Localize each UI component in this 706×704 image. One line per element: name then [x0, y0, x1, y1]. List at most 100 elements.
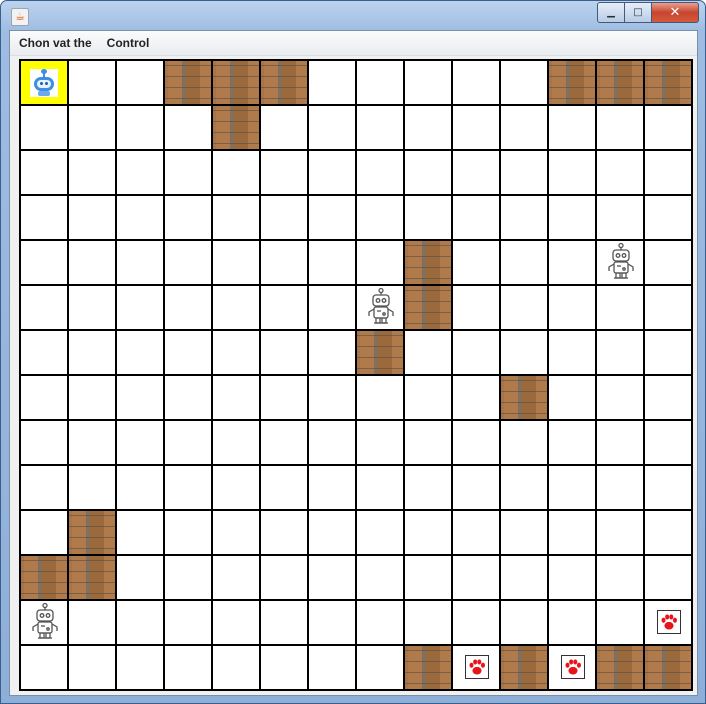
empty-cell[interactable]: [69, 466, 117, 511]
empty-cell[interactable]: [261, 511, 309, 556]
empty-cell[interactable]: [213, 196, 261, 241]
empty-cell[interactable]: [501, 106, 549, 151]
empty-cell[interactable]: [117, 511, 165, 556]
robot-cell[interactable]: [357, 286, 405, 331]
empty-cell[interactable]: [645, 151, 693, 196]
empty-cell[interactable]: [501, 196, 549, 241]
brick-wall-cell[interactable]: [213, 61, 261, 106]
menu-chon-vat-the[interactable]: Chon vat the: [10, 31, 98, 55]
empty-cell[interactable]: [117, 286, 165, 331]
empty-cell[interactable]: [69, 196, 117, 241]
empty-cell[interactable]: [69, 646, 117, 691]
empty-cell[interactable]: [549, 601, 597, 646]
empty-cell[interactable]: [69, 601, 117, 646]
empty-cell[interactable]: [117, 601, 165, 646]
empty-cell[interactable]: [21, 421, 69, 466]
empty-cell[interactable]: [309, 286, 357, 331]
empty-cell[interactable]: [69, 151, 117, 196]
empty-cell[interactable]: [213, 601, 261, 646]
empty-cell[interactable]: [117, 466, 165, 511]
empty-cell[interactable]: [165, 646, 213, 691]
empty-cell[interactable]: [645, 286, 693, 331]
paw-cell[interactable]: [453, 646, 501, 691]
empty-cell[interactable]: [645, 556, 693, 601]
empty-cell[interactable]: [357, 106, 405, 151]
empty-cell[interactable]: [165, 151, 213, 196]
empty-cell[interactable]: [261, 151, 309, 196]
brick-wall-cell[interactable]: [501, 376, 549, 421]
brick-wall-cell[interactable]: [357, 331, 405, 376]
empty-cell[interactable]: [453, 556, 501, 601]
robot-cell[interactable]: [21, 601, 69, 646]
empty-cell[interactable]: [165, 376, 213, 421]
empty-cell[interactable]: [597, 556, 645, 601]
empty-cell[interactable]: [117, 241, 165, 286]
empty-cell[interactable]: [405, 421, 453, 466]
empty-cell[interactable]: [309, 151, 357, 196]
empty-cell[interactable]: [501, 601, 549, 646]
empty-cell[interactable]: [69, 106, 117, 151]
empty-cell[interactable]: [21, 466, 69, 511]
empty-cell[interactable]: [21, 286, 69, 331]
empty-cell[interactable]: [309, 61, 357, 106]
empty-cell[interactable]: [69, 331, 117, 376]
empty-cell[interactable]: [357, 421, 405, 466]
empty-cell[interactable]: [645, 241, 693, 286]
empty-cell[interactable]: [549, 376, 597, 421]
empty-cell[interactable]: [405, 151, 453, 196]
brick-wall-cell[interactable]: [549, 61, 597, 106]
close-button[interactable]: ✕: [652, 2, 699, 23]
empty-cell[interactable]: [309, 646, 357, 691]
empty-cell[interactable]: [453, 601, 501, 646]
brick-wall-cell[interactable]: [645, 646, 693, 691]
empty-cell[interactable]: [357, 241, 405, 286]
empty-cell[interactable]: [117, 196, 165, 241]
brick-wall-cell[interactable]: [597, 61, 645, 106]
empty-cell[interactable]: [357, 466, 405, 511]
empty-cell[interactable]: [309, 511, 357, 556]
minimize-button[interactable]: ▁: [597, 2, 625, 23]
empty-cell[interactable]: [645, 106, 693, 151]
empty-cell[interactable]: [165, 511, 213, 556]
empty-cell[interactable]: [261, 106, 309, 151]
empty-cell[interactable]: [213, 511, 261, 556]
empty-cell[interactable]: [21, 511, 69, 556]
empty-cell[interactable]: [261, 466, 309, 511]
brick-wall-cell[interactable]: [69, 511, 117, 556]
empty-cell[interactable]: [21, 106, 69, 151]
empty-cell[interactable]: [213, 331, 261, 376]
empty-cell[interactable]: [501, 151, 549, 196]
empty-cell[interactable]: [501, 511, 549, 556]
empty-cell[interactable]: [357, 151, 405, 196]
empty-cell[interactable]: [549, 151, 597, 196]
empty-cell[interactable]: [309, 196, 357, 241]
empty-cell[interactable]: [501, 286, 549, 331]
empty-cell[interactable]: [357, 511, 405, 556]
empty-cell[interactable]: [261, 421, 309, 466]
empty-cell[interactable]: [549, 196, 597, 241]
empty-cell[interactable]: [165, 331, 213, 376]
empty-cell[interactable]: [549, 331, 597, 376]
empty-cell[interactable]: [645, 466, 693, 511]
empty-cell[interactable]: [501, 61, 549, 106]
empty-cell[interactable]: [117, 151, 165, 196]
empty-cell[interactable]: [645, 196, 693, 241]
empty-cell[interactable]: [21, 241, 69, 286]
empty-cell[interactable]: [405, 466, 453, 511]
empty-cell[interactable]: [453, 196, 501, 241]
empty-cell[interactable]: [453, 376, 501, 421]
menu-control[interactable]: Control: [98, 31, 156, 55]
empty-cell[interactable]: [309, 556, 357, 601]
brick-wall-cell[interactable]: [501, 646, 549, 691]
empty-cell[interactable]: [549, 511, 597, 556]
empty-cell[interactable]: [165, 601, 213, 646]
empty-cell[interactable]: [501, 421, 549, 466]
brick-wall-cell[interactable]: [69, 556, 117, 601]
empty-cell[interactable]: [549, 421, 597, 466]
empty-cell[interactable]: [501, 331, 549, 376]
empty-cell[interactable]: [597, 376, 645, 421]
empty-cell[interactable]: [165, 241, 213, 286]
empty-cell[interactable]: [309, 106, 357, 151]
empty-cell[interactable]: [261, 601, 309, 646]
brick-wall-cell[interactable]: [21, 556, 69, 601]
